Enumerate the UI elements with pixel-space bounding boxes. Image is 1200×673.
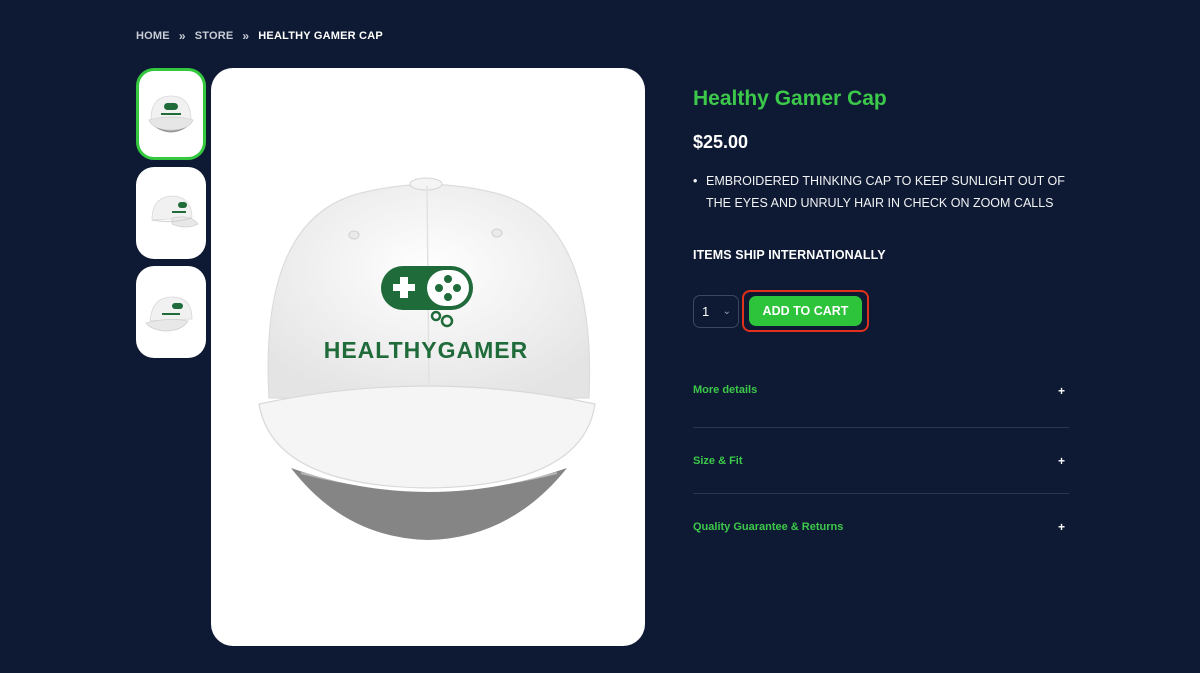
cap-thumbnail-image <box>151 195 199 228</box>
plus-icon: + <box>1057 384 1065 398</box>
breadcrumb-separator: » <box>178 29 186 43</box>
cap-thumbnail-image <box>148 95 194 133</box>
add-to-cart-highlight: ADD TO CART <box>742 290 869 332</box>
cap-thumbnail-image <box>145 296 193 332</box>
add-to-cart-button[interactable]: ADD TO CART <box>749 296 862 326</box>
product-title: Healthy Gamer Cap <box>693 87 887 110</box>
product-main-image[interactable]: HEALTHYGAMER <box>211 68 645 646</box>
accordion-label: Quality Guarantee & Returns <box>693 521 844 533</box>
plus-icon: + <box>1057 520 1065 534</box>
shipping-note: ITEMS SHIP INTERNATIONALLY <box>693 248 886 262</box>
cart-row: 1 ⌄ ADD TO CART <box>693 290 1069 332</box>
accordion-quality-guarantee[interactable]: Quality Guarantee & Returns + <box>693 494 1069 560</box>
product-info: Healthy Gamer Cap $25.00 EMBROIDERED THI… <box>693 86 1069 560</box>
breadcrumb-home[interactable]: HOME <box>136 30 170 42</box>
accordion-size-fit[interactable]: Size & Fit + <box>693 428 1069 494</box>
accordion-label: More details <box>693 384 758 396</box>
accordion-more-details[interactable]: More details + <box>693 384 1069 428</box>
cap-image: HEALTHYGAMER <box>258 177 596 540</box>
thumbnail-list <box>136 68 206 365</box>
accordion-label: Size & Fit <box>693 454 743 467</box>
plus-icon: + <box>1057 453 1065 468</box>
breadcrumb: HOME » STORE » HEALTHY GAMER CAP <box>136 29 383 43</box>
logo-text: HEALTHYGAMER <box>324 337 529 363</box>
quantity-value: 1 <box>702 303 710 319</box>
breadcrumb-store[interactable]: STORE <box>195 30 234 42</box>
thumbnail-side[interactable] <box>136 167 206 259</box>
breadcrumb-current: HEALTHY GAMER CAP <box>258 30 383 42</box>
breadcrumb-separator: » <box>242 29 250 43</box>
thumbnail-angle[interactable] <box>136 266 206 358</box>
chevron-down-icon: ⌄ <box>722 305 731 317</box>
thumbnail-front[interactable] <box>136 68 206 160</box>
details-accordion: More details + Size & Fit + Quality Guar… <box>693 384 1069 560</box>
product-price: $25.00 <box>693 132 749 152</box>
quantity-select[interactable]: 1 ⌄ <box>693 294 739 328</box>
product-description: EMBROIDERED THINKING CAP TO KEEP SUNLIGH… <box>693 170 1069 214</box>
